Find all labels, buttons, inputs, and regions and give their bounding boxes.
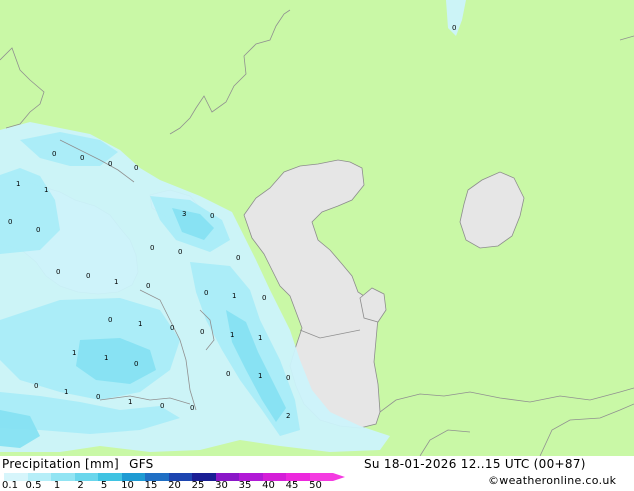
map-value-label: 2 — [286, 412, 290, 420]
model-text: GFS — [129, 457, 154, 471]
colorbar-label: 5 — [100, 480, 108, 491]
map-value-label: 0 — [36, 226, 40, 234]
colorbar-label: 35 — [238, 480, 252, 491]
map-canvas: 0 0 0 0 1 1 0 0 3 0 0 0 0 0 0 1 0 0 1 0 0 1 0 0 1 1 1 0 1 0 0 0 1 1 0 1 2 0 0 0 — [0, 0, 634, 457]
map-value-label: 1 — [44, 186, 48, 194]
map-value-label: 0 — [200, 328, 204, 336]
colorbar-label: 2 — [77, 480, 84, 491]
map-value-label: 1 — [104, 354, 108, 362]
credit-text: ©weatheronline.co.uk — [488, 474, 617, 487]
colorbar-label: 0.5 — [25, 480, 42, 491]
colorbar-label: 1 — [53, 480, 61, 491]
map-value-label: 0 — [108, 316, 112, 324]
map-value-label: 0 — [226, 370, 230, 378]
map-value-label: 1 — [138, 320, 142, 328]
map-value-label: 1 — [64, 388, 68, 396]
map-value-label: 0 — [146, 282, 150, 290]
map-value-label: 0 — [8, 218, 12, 226]
map-value-label: 0 — [262, 294, 266, 302]
map-value-label: 1 — [128, 398, 132, 406]
map-value-label: 0 — [210, 212, 214, 220]
map-value-label: 0 — [286, 374, 290, 382]
map-value-label: 1 — [258, 334, 262, 342]
datetime-text: Su 18-01-2026 12..15 UTC (00+87) — [364, 457, 586, 471]
precipitation-map: 0 0 0 0 1 1 0 0 3 0 0 0 0 0 0 1 0 0 1 0 0 1 0 0 1 1 1 0 1 0 0 0 1 1 0 1 2 0 0 0 — [0, 0, 634, 457]
map-value-label: 1 — [230, 331, 234, 339]
map-value-label: 0 — [134, 164, 138, 172]
colorbar-label: 50 — [309, 480, 322, 491]
map-value-label: 1 — [258, 372, 262, 380]
map-value-label: 0 — [86, 272, 90, 280]
colorbar-label: 15 — [144, 480, 158, 491]
colorbar-label: 40 — [262, 480, 275, 491]
map-value-label: 3 — [182, 210, 186, 218]
colorbar-label: 30 — [215, 480, 228, 491]
map-value-label: 0 — [160, 402, 164, 410]
map-value-label: 0 — [170, 324, 174, 332]
map-value-label: 0 — [150, 244, 154, 252]
map-value-label: 0 — [52, 150, 56, 158]
colorbar-label: 0.1 — [2, 480, 18, 491]
map-value-label: 0 — [190, 404, 194, 412]
colorbar-arrow — [333, 473, 345, 481]
legend-title: Precipitation [mm] GFS — [2, 457, 154, 471]
map-value-label: 0 — [452, 24, 456, 32]
map-value-label: 1 — [114, 278, 118, 286]
map-value-label: 0 — [178, 248, 182, 256]
colorbar-label: 45 — [285, 480, 299, 491]
map-value-label: 0 — [56, 268, 60, 276]
map-value-label: 0 — [96, 393, 100, 401]
map-value-label: 0 — [108, 160, 112, 168]
colorbar-label: 25 — [191, 480, 205, 491]
map-value-label: 0 — [134, 360, 138, 368]
colorbar-label: 20 — [168, 480, 181, 491]
map-value-label: 0 — [236, 254, 240, 262]
map-value-label: 0 — [204, 289, 208, 297]
map-value-label: 1 — [72, 349, 76, 357]
map-value-label: 1 — [232, 292, 236, 300]
colorbar-label: 10 — [121, 480, 134, 491]
title-text: Precipitation [mm] — [2, 457, 119, 471]
map-value-label: 0 — [34, 382, 38, 390]
map-value-label: 1 — [16, 180, 20, 188]
map-value-label: 0 — [80, 154, 84, 162]
